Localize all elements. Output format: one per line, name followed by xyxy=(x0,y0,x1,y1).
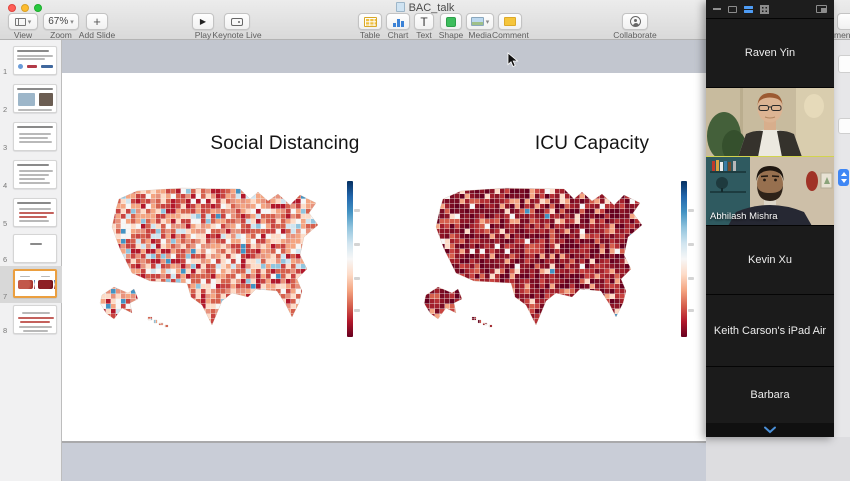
slide-thumbnail-image xyxy=(13,269,57,298)
slide-navigator: 1 2 3 xyxy=(0,40,62,481)
slide-thumbnail-1[interactable]: 1 xyxy=(0,44,62,78)
document-icon xyxy=(396,2,405,12)
slide-number: 7 xyxy=(3,292,7,301)
media-icon xyxy=(471,17,484,26)
chart-icon xyxy=(392,17,405,27)
view-button[interactable] xyxy=(8,13,38,30)
participant-name: Keith Carson's iPad Air xyxy=(710,325,830,337)
view-icon xyxy=(15,18,26,26)
zoom-panel-header xyxy=(706,0,834,18)
colorbar-icu-capacity xyxy=(681,181,687,337)
table-label: Table xyxy=(358,30,382,40)
slide-thumbnail-image xyxy=(13,46,57,75)
participant-tile-barbara[interactable]: Barbara xyxy=(706,366,834,423)
slide-number: 1 xyxy=(3,67,7,76)
collaborate-button[interactable] xyxy=(622,13,648,30)
keynote-live-icon xyxy=(231,18,243,26)
slide-thumbnail-image xyxy=(13,122,57,151)
view-label: View xyxy=(8,30,38,40)
left-map-title: Social Distancing xyxy=(160,133,410,155)
participant-name: Barbara xyxy=(746,389,793,401)
slide-thumbnail-image xyxy=(13,234,57,263)
slide-thumbnail-6[interactable]: 6 xyxy=(0,232,62,266)
participant-tile-kevin-xu[interactable]: Kevin Xu xyxy=(706,225,834,294)
shape-button[interactable] xyxy=(440,13,462,30)
zoom-level-value: 67% xyxy=(48,16,68,27)
chart-button[interactable] xyxy=(386,13,410,30)
colorbar-social-distancing xyxy=(347,181,353,337)
video-thumbnail xyxy=(706,88,834,156)
zoom-level-button[interactable]: 67% xyxy=(43,13,79,30)
slide-thumbnail-image xyxy=(13,305,57,334)
strip-view-icon[interactable] xyxy=(744,6,753,13)
participant-video-tile-abhilash-mishra[interactable]: Abhilash Mishra xyxy=(706,156,834,225)
participant-tile-raven-yin[interactable]: Raven Yin xyxy=(706,18,834,87)
partial-field[interactable] xyxy=(838,55,850,73)
participant-name: Kevin Xu xyxy=(744,254,796,266)
slide-thumbnail-4[interactable]: 4 xyxy=(0,158,62,192)
presenter-area-background xyxy=(62,443,706,481)
slide-number: 8 xyxy=(3,326,7,335)
participant-video-tile-1[interactable] xyxy=(706,87,834,156)
slide-thumbnail-5[interactable]: 5 xyxy=(0,196,62,230)
slide-thumbnail-7[interactable]: 7 xyxy=(0,266,62,303)
zoom-panel-footer xyxy=(706,423,834,437)
participant-name: Abhilash Mishra xyxy=(710,211,778,222)
table-icon xyxy=(364,17,377,27)
stepper-control[interactable] xyxy=(838,169,849,186)
table-button[interactable] xyxy=(358,13,382,30)
keynote-live-label: Keynote Live xyxy=(205,30,269,40)
text-label: Text xyxy=(412,30,436,40)
toolbar-sliver: ment xyxy=(834,0,850,40)
play-button[interactable] xyxy=(192,13,214,30)
slide-number: 5 xyxy=(3,219,7,228)
slide-thumbnail-2[interactable]: 2 xyxy=(0,82,62,116)
chart-label: Chart xyxy=(386,30,410,40)
comment-label: Comment xyxy=(492,30,528,40)
add-slide-button[interactable] xyxy=(86,13,108,30)
partial-button-label: ment xyxy=(834,30,850,40)
chevron-down-icon xyxy=(486,16,490,27)
slide-number: 6 xyxy=(3,255,7,264)
text-button[interactable] xyxy=(414,13,434,30)
chevron-down-icon xyxy=(28,16,32,27)
us-choropleth-social-distancing xyxy=(92,178,342,330)
slide-thumbnail-3[interactable]: 3 xyxy=(0,120,62,154)
format-panel-sliver: ment xyxy=(834,0,850,481)
background-below-panel xyxy=(706,437,850,481)
slide-number: 2 xyxy=(3,105,7,114)
participant-tile-keith-carsons-ipad-air[interactable]: Keith Carson's iPad Air xyxy=(706,294,834,366)
slide-number: 3 xyxy=(3,143,7,152)
comment-icon xyxy=(504,17,516,26)
minimize-icon[interactable] xyxy=(713,8,721,10)
media-button[interactable] xyxy=(466,13,494,30)
shape-icon xyxy=(446,17,456,27)
slide-number: 4 xyxy=(3,181,7,190)
gallery-view-icon[interactable] xyxy=(760,5,769,14)
mouse-cursor xyxy=(507,52,519,68)
slide-thumbnail-image xyxy=(13,84,57,113)
participant-name: Raven Yin xyxy=(741,47,799,59)
shape-label: Shape xyxy=(438,30,464,40)
chevron-down-icon[interactable] xyxy=(763,426,777,434)
us-choropleth-icu-capacity xyxy=(416,178,666,330)
keynote-live-button[interactable] xyxy=(224,13,250,30)
speaker-view-icon[interactable] xyxy=(728,6,737,13)
right-map-title: ICU Capacity xyxy=(467,133,717,155)
slide-thumbnail-8[interactable]: 8 xyxy=(0,303,62,337)
zoom-meeting-panel: Raven Yin xyxy=(706,0,834,437)
add-slide-label: Add Slide xyxy=(70,30,124,40)
chevron-down-icon xyxy=(70,16,74,27)
collaborate-icon xyxy=(630,16,641,27)
collaborate-label: Collaborate xyxy=(608,30,662,40)
slide-thumbnail-image xyxy=(13,198,57,227)
partial-field[interactable] xyxy=(838,118,850,134)
partial-button[interactable] xyxy=(837,13,850,30)
exit-minimal-view-icon[interactable] xyxy=(816,5,827,13)
comment-button[interactable] xyxy=(498,13,522,30)
keynote-window: BAC_talk View 67% Zoom Add Slide Play Ke… xyxy=(0,0,850,481)
slide-thumbnail-image xyxy=(13,160,57,189)
